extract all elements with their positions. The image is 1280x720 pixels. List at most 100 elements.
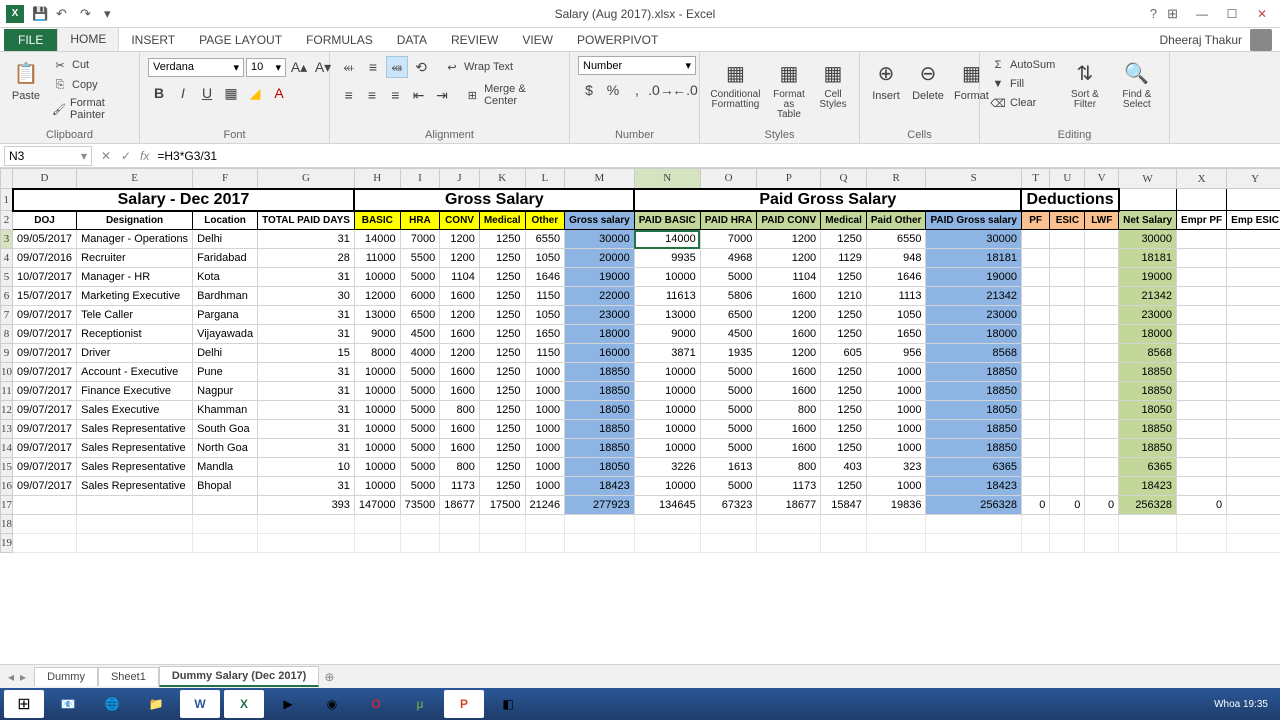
- cell-16-P[interactable]: 1173: [757, 477, 821, 496]
- cell-4-L[interactable]: 1050: [525, 249, 565, 268]
- col-head-L[interactable]: L: [525, 169, 565, 189]
- row-head-19[interactable]: 19: [1, 534, 13, 553]
- cell-12-U[interactable]: [1050, 401, 1085, 420]
- cell-7-K[interactable]: 1250: [479, 306, 525, 325]
- cell-15-F[interactable]: Mandla: [193, 458, 258, 477]
- cell-5-O[interactable]: 5000: [700, 268, 757, 287]
- cell-18-O[interactable]: [700, 515, 757, 534]
- col-head-W[interactable]: W: [1119, 169, 1177, 189]
- tab-formulas[interactable]: FORMULAS: [294, 29, 385, 51]
- cell-11-G[interactable]: 31: [258, 382, 355, 401]
- header-18[interactable]: LWF: [1085, 211, 1119, 230]
- title-gross[interactable]: Gross Salary: [354, 189, 634, 211]
- cell-11-N[interactable]: 10000: [634, 382, 700, 401]
- fill-button[interactable]: ▼Fill: [988, 75, 1057, 93]
- cell-10-Y[interactable]: [1227, 363, 1280, 382]
- tab-review[interactable]: REVIEW: [439, 29, 510, 51]
- cell-10-R[interactable]: 1000: [866, 363, 926, 382]
- cell-4-S[interactable]: 18181: [926, 249, 1022, 268]
- cell-4-H[interactable]: 11000: [354, 249, 400, 268]
- dec-decimal-icon[interactable]: ←.0: [674, 79, 696, 101]
- cell-11-J[interactable]: 1600: [440, 382, 480, 401]
- cell-9-N[interactable]: 3871: [634, 344, 700, 363]
- clear-button[interactable]: ⌫Clear: [988, 94, 1057, 112]
- tab-data[interactable]: DATA: [385, 29, 439, 51]
- cell-13-U[interactable]: [1050, 420, 1085, 439]
- cell-13-X[interactable]: [1177, 420, 1227, 439]
- cell-13-F[interactable]: South Goa: [193, 420, 258, 439]
- cell-8-K[interactable]: 1250: [479, 325, 525, 344]
- cell-12-V[interactable]: [1085, 401, 1119, 420]
- cell-17-S[interactable]: 256328: [926, 496, 1022, 515]
- cell-18-T[interactable]: [1021, 515, 1049, 534]
- cell-19-P[interactable]: [757, 534, 821, 553]
- cell-11-X[interactable]: [1177, 382, 1227, 401]
- cell-17-E[interactable]: [77, 496, 193, 515]
- cell-8-O[interactable]: 4500: [700, 325, 757, 344]
- cell-18-D[interactable]: [13, 515, 77, 534]
- sheet-tab-dec2017[interactable]: Dummy Salary (Dec 2017): [159, 666, 320, 687]
- taskbar-vlc-icon[interactable]: ▶: [268, 690, 308, 718]
- outdent-icon[interactable]: ⇤: [408, 84, 429, 106]
- cell-16-I[interactable]: 5000: [400, 477, 440, 496]
- tab-insert[interactable]: INSERT: [119, 29, 187, 51]
- cell-7-H[interactable]: 13000: [354, 306, 400, 325]
- autosum-button[interactable]: ΣAutoSum: [988, 56, 1057, 74]
- cell-17-H[interactable]: 147000: [354, 496, 400, 515]
- align-right-icon[interactable]: ≡: [385, 84, 406, 106]
- cell-14-N[interactable]: 10000: [634, 439, 700, 458]
- cell-15-M[interactable]: 18050: [565, 458, 635, 477]
- cell-8-E[interactable]: Receptionist: [77, 325, 193, 344]
- underline-icon[interactable]: U: [196, 82, 218, 104]
- row-head-16[interactable]: 16: [1, 477, 13, 496]
- cell-10-J[interactable]: 1600: [440, 363, 480, 382]
- save-icon[interactable]: 💾: [32, 6, 48, 22]
- cell-7-R[interactable]: 1050: [866, 306, 926, 325]
- cell-14-M[interactable]: 18850: [565, 439, 635, 458]
- cell-18-I[interactable]: [400, 515, 440, 534]
- cell-13-O[interactable]: 5000: [700, 420, 757, 439]
- cell-9-R[interactable]: 956: [866, 344, 926, 363]
- cell-9-G[interactable]: 15: [258, 344, 355, 363]
- cell-7-I[interactable]: 6500: [400, 306, 440, 325]
- row-head-12[interactable]: 12: [1, 401, 13, 420]
- cell-6-H[interactable]: 12000: [354, 287, 400, 306]
- conditional-formatting-button[interactable]: ▦Conditional Formatting: [708, 56, 763, 112]
- cell-19-Q[interactable]: [821, 534, 867, 553]
- cell-11-E[interactable]: Finance Executive: [77, 382, 193, 401]
- cell-17-D[interactable]: [13, 496, 77, 515]
- cell-6-R[interactable]: 1113: [866, 287, 926, 306]
- row-head-2[interactable]: 2: [1, 211, 13, 230]
- cell-8-L[interactable]: 1650: [525, 325, 565, 344]
- cancel-formula-icon[interactable]: ✕: [96, 149, 116, 163]
- header-6[interactable]: CONV: [440, 211, 480, 230]
- cell-12-S[interactable]: 18050: [926, 401, 1022, 420]
- cell-15-K[interactable]: 1250: [479, 458, 525, 477]
- col-head-D[interactable]: D: [13, 169, 77, 189]
- cell-8-D[interactable]: 09/07/2017: [13, 325, 77, 344]
- cell-19-U[interactable]: [1050, 534, 1085, 553]
- cell-10-V[interactable]: [1085, 363, 1119, 382]
- cell-15-L[interactable]: 1000: [525, 458, 565, 477]
- cell-13-W[interactable]: 18850: [1119, 420, 1177, 439]
- tab-page-layout[interactable]: PAGE LAYOUT: [187, 29, 294, 51]
- name-box[interactable]: N3▾: [4, 146, 92, 166]
- cell-8-H[interactable]: 9000: [354, 325, 400, 344]
- header-14[interactable]: Paid Other: [866, 211, 926, 230]
- cell-5-N[interactable]: 10000: [634, 268, 700, 287]
- col-head-V[interactable]: V: [1085, 169, 1119, 189]
- cell-9-H[interactable]: 8000: [354, 344, 400, 363]
- cell-9-F[interactable]: Delhi: [193, 344, 258, 363]
- cell-14-R[interactable]: 1000: [866, 439, 926, 458]
- header-11[interactable]: PAID HRA: [700, 211, 757, 230]
- align-bottom-icon[interactable]: ⬵: [386, 56, 408, 78]
- cell-10-Q[interactable]: 1250: [821, 363, 867, 382]
- cell-19-V[interactable]: [1085, 534, 1119, 553]
- cell-19-N[interactable]: [634, 534, 700, 553]
- cell-10-D[interactable]: 09/07/2017: [13, 363, 77, 382]
- cell-11-L[interactable]: 1000: [525, 382, 565, 401]
- cell-14-D[interactable]: 09/07/2017: [13, 439, 77, 458]
- sort-filter-button[interactable]: ⇅Sort & Filter: [1063, 56, 1106, 112]
- cell-3-K[interactable]: 1250: [479, 230, 525, 249]
- sheet-nav-last-icon[interactable]: ▸: [20, 670, 26, 684]
